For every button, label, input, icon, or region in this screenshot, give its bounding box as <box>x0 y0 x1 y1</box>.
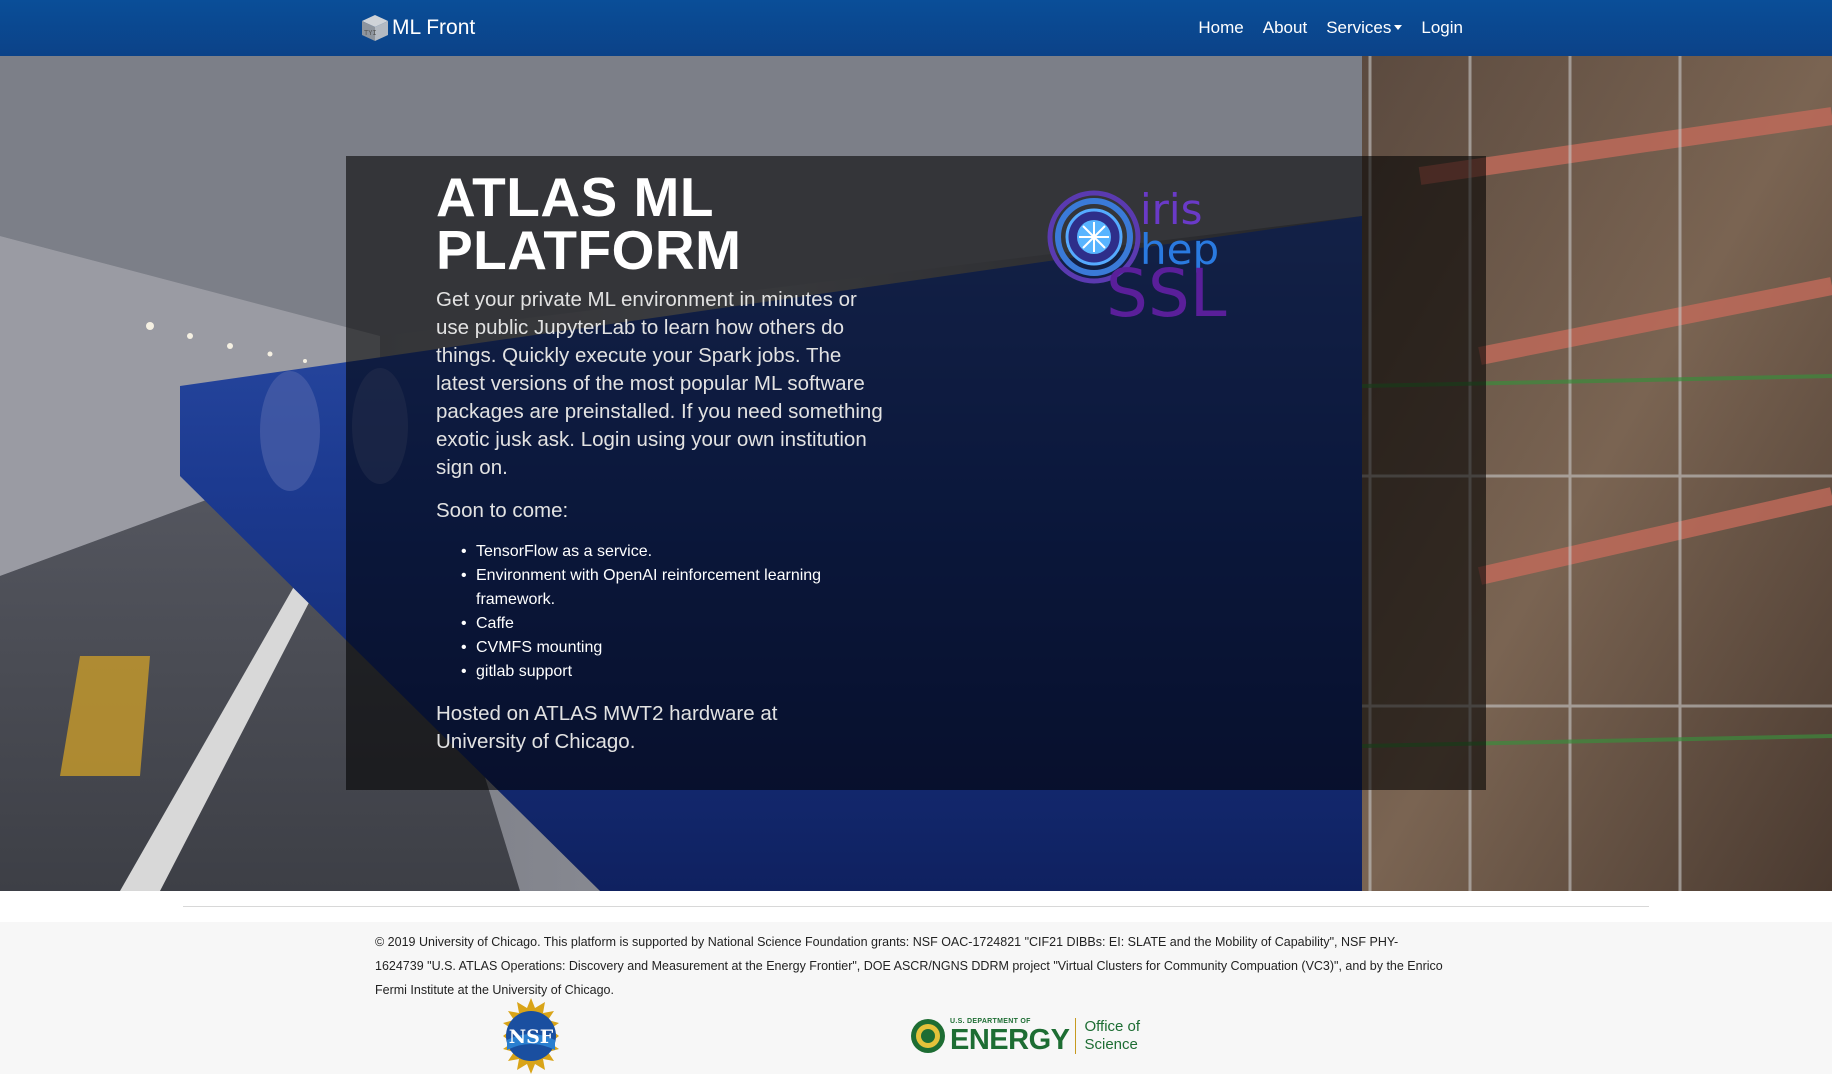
nav-login-link[interactable]: Login <box>1421 18 1463 38</box>
doe-office-line2: Science <box>1084 1036 1138 1053</box>
cube-logo-icon: TYI <box>362 15 388 41</box>
feature-item: gitlab support <box>461 660 896 684</box>
feature-item: Caffe <box>461 612 896 636</box>
nav-services-dropdown[interactable]: Services <box>1326 18 1403 38</box>
doe-office-text: Office of Science <box>1075 1018 1140 1054</box>
caret-down-icon <box>1394 25 1403 30</box>
hero-section: ATLAS ML PLATFORM Get your private ML en… <box>0 56 1832 891</box>
iris-hep-ssl-logo: iris hep SSL <box>1047 185 1227 324</box>
top-navbar: TYI ML Front Home About Services Login <box>0 0 1832 57</box>
nsf-logo-text: NSF <box>509 1026 554 1048</box>
feature-item: CVMFS mounting <box>461 636 896 660</box>
soon-to-come-label: Soon to come: <box>436 499 569 522</box>
feature-item: TensorFlow as a service. <box>461 540 896 564</box>
nav-about-link[interactable]: About <box>1263 18 1307 38</box>
doe-office-line1: Office of <box>1084 1018 1141 1035</box>
doe-wordmark: U.S. DEPARTMENT OF ENERGY <box>950 1018 1070 1056</box>
site-footer: © 2019 University of Chicago. This platf… <box>0 922 1832 1074</box>
svg-text:TYI: TYI <box>364 29 377 37</box>
hero-title: ATLAS ML PLATFORM <box>436 170 741 278</box>
hosting-info: Hosted on ATLAS MWT2 hardware at Univers… <box>436 702 778 753</box>
feature-item: Environment with OpenAI reinforcement le… <box>461 564 896 612</box>
nav-services-label: Services <box>1326 18 1392 37</box>
doe-office-of-science-logo: U.S. DEPARTMENT OF ENERGY Office of Scie… <box>910 1014 1140 1058</box>
footer-acknowledgement: © 2019 University of Chicago. This platf… <box>375 935 1443 997</box>
hero-description: Get your private ML environment in minut… <box>436 288 883 479</box>
doe-seal-icon <box>911 1019 945 1053</box>
hero-title-line2: PLATFORM <box>436 219 742 281</box>
logo-text-ssl: SSL <box>1106 255 1227 324</box>
footer-divider <box>183 906 1649 907</box>
nav-links: Home About Services Login <box>1179 0 1463 56</box>
brand-link[interactable]: TYI ML Front <box>360 12 475 44</box>
upcoming-features-list: TensorFlow as a service. Environment wit… <box>436 540 896 684</box>
nsf-logo: NSF <box>503 998 559 1074</box>
brand-name: ML Front <box>392 16 476 39</box>
hero-panel: ATLAS ML PLATFORM Get your private ML en… <box>346 156 1486 790</box>
doe-energy-text: ENERGY <box>950 1024 1070 1056</box>
nav-home-link[interactable]: Home <box>1198 18 1243 38</box>
